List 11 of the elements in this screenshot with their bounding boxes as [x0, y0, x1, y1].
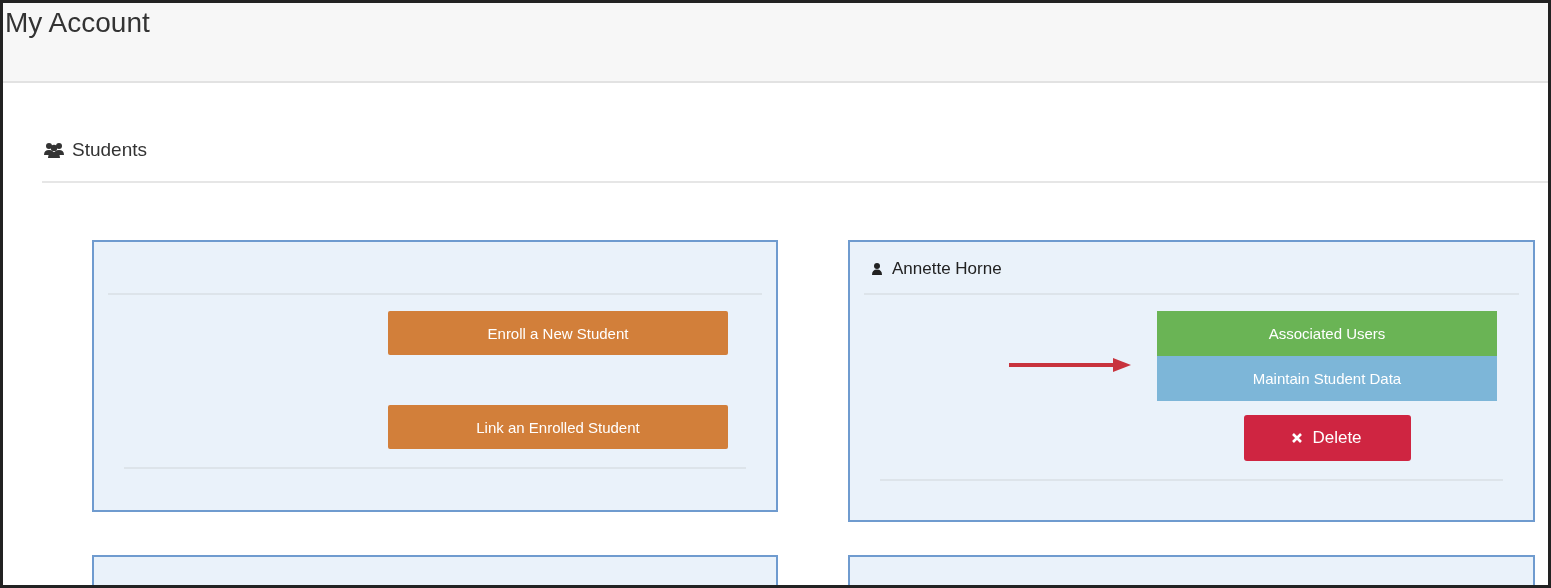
page-title: My Account	[4, 7, 150, 38]
delete-button[interactable]: Delete	[1243, 415, 1411, 461]
close-icon	[1292, 433, 1303, 443]
action-button[interactable]: Maintain Student Data	[1157, 356, 1497, 401]
section-title: Students	[72, 139, 147, 161]
users-icon	[44, 142, 64, 158]
student-name: Annette Horne	[892, 258, 1002, 279]
person-icon	[872, 262, 882, 275]
action-button[interactable]: Enroll a New Student	[388, 311, 728, 355]
action-button[interactable]: Link an Enrolled Student	[388, 405, 728, 449]
action-button[interactable]: Associated Users	[1157, 311, 1497, 356]
